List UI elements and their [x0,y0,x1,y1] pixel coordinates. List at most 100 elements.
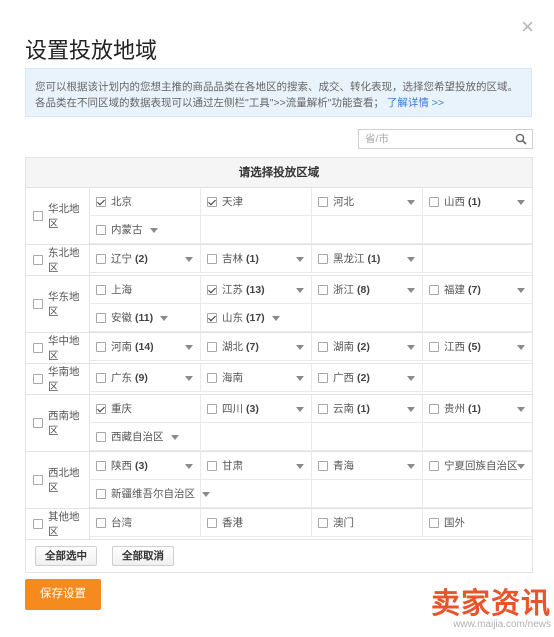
province-checkbox[interactable] [318,284,328,295]
province-checkbox[interactable] [96,284,106,295]
chevron-down-icon[interactable] [149,227,158,233]
chevron-down-icon[interactable] [185,376,193,381]
province-checkbox[interactable] [429,460,439,471]
province-cell[interactable]: 浙江 (8) [312,276,423,304]
province-checkbox[interactable] [96,488,106,499]
close-icon[interactable]: × [521,16,534,38]
region-label[interactable]: 华中地区 [26,333,90,363]
province-cell[interactable]: 云南 (1) [312,395,423,423]
province-checkbox[interactable] [429,517,439,528]
province-cell[interactable]: 台湾 [90,509,201,537]
province-checkbox[interactable] [207,403,217,414]
province-checkbox[interactable] [96,312,106,323]
chevron-down-icon[interactable] [160,315,169,321]
province-checkbox[interactable] [207,460,217,471]
chevron-down-icon[interactable] [185,345,193,350]
chevron-down-icon[interactable] [407,257,415,262]
province-checkbox[interactable] [207,341,217,352]
province-cell[interactable]: 重庆 [90,395,201,423]
region-checkbox[interactable] [33,299,43,309]
province-cell[interactable]: 山西 (1) [423,188,532,216]
province-checkbox[interactable] [318,517,328,528]
province-checkbox[interactable] [207,196,217,207]
deselect-all-button[interactable]: 全部取消 [112,546,174,566]
province-cell[interactable]: 湖北 (7) [201,333,312,361]
province-cell[interactable]: 海南 [201,364,312,392]
province-checkbox[interactable] [96,517,106,528]
region-checkbox[interactable] [33,418,43,428]
chevron-down-icon[interactable] [296,464,304,469]
province-cell[interactable]: 香港 [201,509,312,537]
region-label[interactable]: 华北地区 [26,188,90,244]
region-checkbox[interactable] [33,211,43,221]
chevron-down-icon[interactable] [407,464,415,469]
learn-more-link[interactable]: 了解详情 >> [387,97,444,109]
province-cell[interactable]: 湖南 (2) [312,333,423,361]
chevron-down-icon[interactable] [517,464,525,469]
chevron-down-icon[interactable] [517,345,525,350]
province-checkbox[interactable] [207,517,217,528]
province-cell[interactable]: 河南 (14) [90,333,201,361]
region-label[interactable]: 东北地区 [26,245,90,275]
province-cell[interactable]: 天津 [201,188,312,216]
chevron-down-icon[interactable] [407,288,415,293]
province-checkbox[interactable] [96,403,106,414]
save-settings-button[interactable]: 保存设置 [25,579,101,610]
province-cell[interactable]: 内蒙古 [90,216,201,244]
province-checkbox[interactable] [318,403,328,414]
chevron-down-icon[interactable] [517,200,525,205]
province-checkbox[interactable] [96,224,106,235]
province-cell[interactable]: 新疆维吾尔自治区 [90,480,210,508]
province-cell[interactable]: 福建 (7) [423,276,532,304]
province-cell[interactable]: 陕西 (3) [90,452,201,480]
province-cell[interactable]: 山东 (17) [201,304,312,332]
region-label[interactable]: 其他地区 [26,509,90,539]
province-checkbox[interactable] [207,284,217,295]
region-checkbox[interactable] [33,475,43,485]
province-checkbox[interactable] [318,460,328,471]
province-checkbox[interactable] [429,403,439,414]
chevron-down-icon[interactable] [185,464,193,469]
province-cell[interactable]: 青海 [312,452,423,480]
province-cell[interactable]: 江苏 (13) [201,276,312,304]
province-checkbox[interactable] [318,372,328,383]
province-cell[interactable]: 四川 (3) [201,395,312,423]
region-checkbox[interactable] [33,519,43,529]
province-cell[interactable]: 广西 (2) [312,364,423,392]
province-cell[interactable]: 广东 (9) [90,364,201,392]
province-cell[interactable]: 安徽 (11) [90,304,201,332]
province-checkbox[interactable] [96,372,106,383]
province-checkbox[interactable] [429,341,439,352]
province-cell[interactable]: 上海 [90,276,201,304]
province-cell[interactable]: 吉林 (1) [201,245,312,273]
chevron-down-icon[interactable] [296,376,304,381]
region-label[interactable]: 西南地区 [26,395,90,451]
province-cell[interactable]: 辽宁 (2) [90,245,201,273]
chevron-down-icon[interactable] [407,376,415,381]
province-cell[interactable]: 黑龙江 (1) [312,245,423,273]
province-cell[interactable]: 北京 [90,188,201,216]
chevron-down-icon[interactable] [296,407,304,412]
chevron-down-icon[interactable] [517,407,525,412]
region-label[interactable]: 西北地区 [26,452,90,508]
region-checkbox[interactable] [33,343,43,353]
province-cell[interactable]: 河北 [312,188,423,216]
chevron-down-icon[interactable] [296,345,304,350]
province-checkbox[interactable] [96,253,106,264]
chevron-down-icon[interactable] [271,315,280,321]
region-checkbox[interactable] [33,255,43,265]
chevron-down-icon[interactable] [407,200,415,205]
province-checkbox[interactable] [429,196,439,207]
search-icon[interactable] [515,133,527,145]
province-checkbox[interactable] [96,431,106,442]
chevron-down-icon[interactable] [170,434,179,440]
province-cell[interactable]: 甘肃 [201,452,312,480]
search-input[interactable] [359,130,509,148]
province-cell[interactable]: 贵州 (1) [423,395,532,423]
province-cell[interactable]: 国外 [423,509,532,537]
chevron-down-icon[interactable] [407,345,415,350]
region-checkbox[interactable] [33,374,43,384]
chevron-down-icon[interactable] [296,288,304,293]
chevron-down-icon[interactable] [517,288,525,293]
province-checkbox[interactable] [207,372,217,383]
